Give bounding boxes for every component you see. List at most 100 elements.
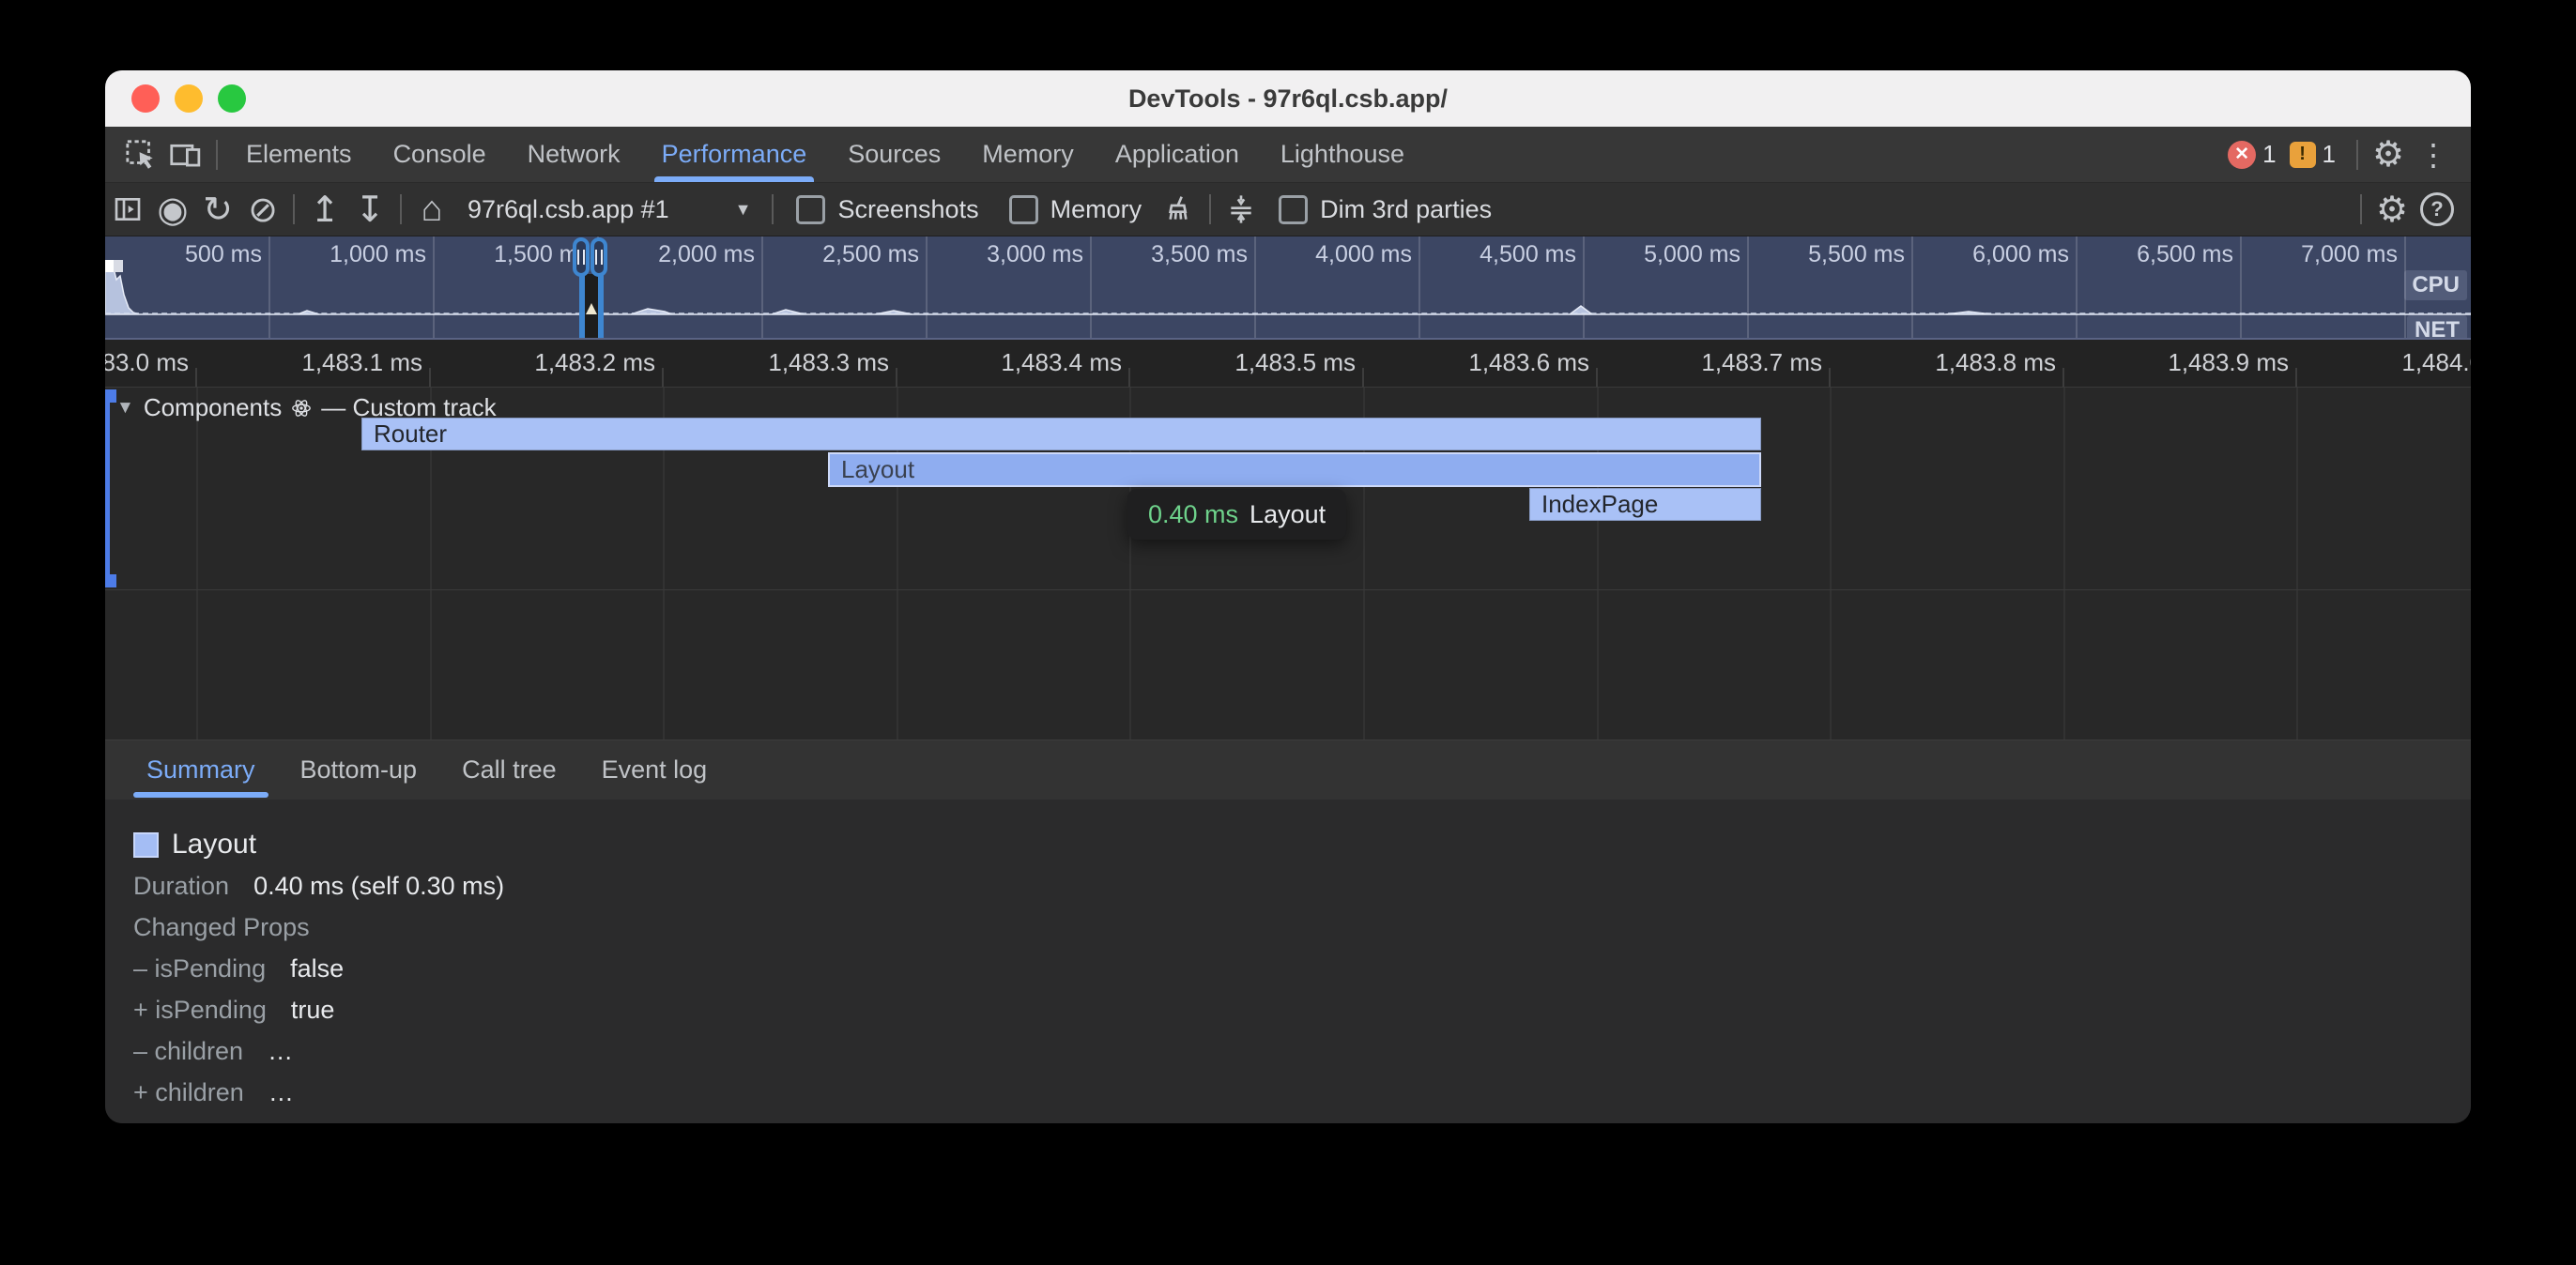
summary-row-value: 0.40 ms (self 0.30 ms): [253, 872, 504, 901]
error-badge-icon[interactable]: ✕: [2228, 141, 2256, 169]
panel-tab[interactable]: Application: [1095, 127, 1260, 182]
panel-tab[interactable]: Console: [373, 127, 507, 182]
toolbar-right: ⚙ ?: [2353, 187, 2471, 232]
track-title: Components: [144, 393, 282, 422]
screenshot-thumbnail: [105, 260, 123, 272]
details-tab-bar: SummaryBottom-upCall treeEvent log: [105, 739, 2471, 800]
panel-tab[interactable]: Sources: [827, 127, 961, 182]
title-bar: DevTools - 97r6ql.csb.app/: [105, 70, 2471, 127]
device-toolbar-icon[interactable]: [163, 134, 208, 175]
checkbox-box: [1279, 195, 1308, 224]
tick-label: 1,484.0 ms: [2401, 348, 2471, 377]
collapse-icon[interactable]: [1219, 187, 1264, 232]
timeline-ruler: 1,483.0 ms 1,483.1 ms 1,483.2 ms: [105, 340, 2471, 387]
gear-icon[interactable]: ⚙: [2369, 187, 2415, 232]
tick-mark: [1362, 368, 1364, 387]
summary-row-value: …: [268, 1078, 294, 1107]
checkbox-box: [796, 195, 825, 224]
flame-chart[interactable]: ▼ Components — Custom track Route: [105, 387, 2471, 739]
grid-line: [2063, 388, 2065, 739]
tick-label: 1,483.1 ms: [301, 348, 422, 377]
flame-bar[interactable]: IndexPage: [1529, 488, 1761, 521]
summary-row: + isPending true: [133, 989, 2471, 1030]
selection-right-handle[interactable]: [590, 237, 607, 277]
timeline-overview[interactable]: 500 ms 1,000 ms 1,500 ms 2,000 m: [105, 236, 2471, 340]
flame-bar[interactable]: Layout: [828, 452, 1761, 487]
summary-row-label: – children: [133, 1037, 243, 1066]
performance-toolbar: ◉ ↻ ⊘ ↥ ↧ ⌂ 97r6ql.csb.app #1 ▼ Screensh…: [105, 183, 2471, 236]
details-tab[interactable]: Call tree: [439, 740, 579, 800]
tick-mark: [429, 368, 431, 387]
panel-tab[interactable]: Lighthouse: [1260, 127, 1425, 182]
summary-title: Layout: [172, 829, 256, 861]
summary-rows: Duration 0.40 ms (self 0.30 ms) Changed …: [133, 865, 2471, 1113]
screenshots-label: Screenshots: [837, 195, 978, 224]
garbage-collect-icon[interactable]: [1157, 187, 1202, 232]
summary-row: – isPending false: [133, 948, 2471, 989]
screenshots-checkbox[interactable]: Screenshots: [796, 195, 978, 224]
net-label: NET: [2407, 315, 2467, 340]
upload-icon[interactable]: ↥: [302, 187, 347, 232]
track-selection-nub-bottom: [105, 574, 116, 587]
divider: [293, 194, 295, 224]
track-bottom-line: [105, 589, 2471, 590]
tick-mark: [1829, 368, 1831, 387]
details-tab[interactable]: Bottom-up: [278, 740, 440, 800]
help-icon[interactable]: ?: [2415, 187, 2460, 232]
event-color-swatch: [133, 832, 159, 858]
atom-icon: [291, 398, 312, 419]
tick-mark: [2062, 368, 2064, 387]
flame-bar[interactable]: Router: [361, 418, 1761, 450]
desktop-background: DevTools - 97r6ql.csb.app/: [0, 0, 2576, 1265]
record-icon[interactable]: ◉: [150, 187, 195, 232]
tick-mark: [1128, 368, 1130, 387]
tick-label: 1,483.7 ms: [1701, 348, 1822, 377]
flame-bar-label: Layout: [841, 455, 914, 484]
panel-tab[interactable]: Network: [507, 127, 641, 182]
download-icon[interactable]: ↧: [347, 187, 392, 232]
selection-left-handle[interactable]: [573, 237, 590, 277]
selection-left-edge[interactable]: [579, 272, 585, 338]
devtools-tab-bar: ElementsConsoleNetworkPerformanceSources…: [105, 127, 2471, 183]
divider: [216, 140, 218, 170]
tick-label: 1,483.0 ms: [105, 348, 189, 377]
tick-label: 1,483.8 ms: [1935, 348, 2056, 377]
kebab-menu-icon[interactable]: ⋮: [2411, 132, 2456, 177]
panel-tab[interactable]: Memory: [961, 127, 1095, 182]
grid-line: [1830, 388, 1832, 739]
track-selection-border: [105, 389, 110, 587]
clear-icon[interactable]: ⊘: [240, 187, 285, 232]
tick-mark: [662, 368, 664, 387]
inspect-element-icon[interactable]: [118, 134, 163, 175]
target-selector[interactable]: 97r6ql.csb.app #1 ▼: [454, 195, 764, 224]
track-selection-nub-top: [105, 389, 116, 403]
panel-tab[interactable]: Performance: [641, 127, 828, 182]
flame-bar-label: IndexPage: [1541, 490, 1658, 519]
dim-3rd-parties-label: Dim 3rd parties: [1320, 195, 1492, 224]
checkbox-box: [1009, 195, 1038, 224]
summary-row-value: false: [290, 954, 344, 983]
tabbar-left-icons: [105, 127, 225, 182]
details-tab[interactable]: Summary: [124, 740, 278, 800]
dock-side-icon[interactable]: [105, 187, 150, 232]
grid-line: [196, 388, 198, 739]
memory-checkbox[interactable]: Memory: [1009, 195, 1142, 224]
cpu-label: CPU: [2404, 270, 2467, 300]
panel-tab[interactable]: Elements: [225, 127, 373, 182]
summary-row: – children …: [133, 1030, 2471, 1072]
home-icon[interactable]: ⌂: [409, 187, 454, 232]
summary-panel: Layout Duration 0.40 ms (self 0.30 ms) C…: [105, 800, 2471, 1123]
memory-label: Memory: [1050, 195, 1142, 224]
error-count: 1: [2262, 140, 2276, 169]
selection-right-edge[interactable]: [598, 272, 604, 338]
flame-bar-label: Router: [374, 419, 447, 449]
selection-cpu-spike: [586, 303, 597, 314]
details-tab[interactable]: Event log: [579, 740, 730, 800]
settings-gear-icon[interactable]: ⚙: [2366, 132, 2411, 177]
summary-title-row: Layout: [133, 824, 2471, 865]
dim-3rd-parties-checkbox[interactable]: Dim 3rd parties: [1279, 195, 1492, 224]
reload-icon[interactable]: ↻: [195, 187, 240, 232]
tick-mark: [195, 368, 197, 387]
tick-label: 1,483.3 ms: [768, 348, 889, 377]
warning-badge-icon[interactable]: !: [2290, 142, 2316, 168]
